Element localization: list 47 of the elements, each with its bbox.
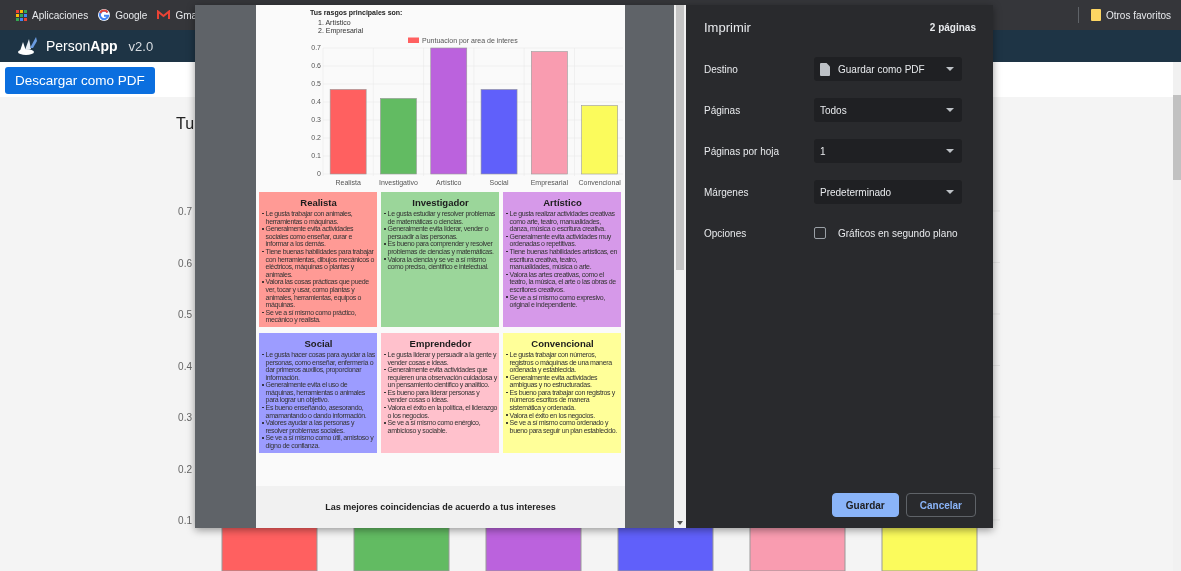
page-heading: Tu	[176, 114, 195, 134]
dialog-title: Imprimir	[704, 19, 751, 35]
setting-label: Opciones	[704, 227, 748, 239]
axis-tick-label: 0.3	[178, 412, 192, 423]
logo-icon	[17, 36, 39, 56]
setting-label: Páginas	[704, 104, 742, 116]
page-count: 2 páginas	[929, 21, 976, 33]
card-title: Realista	[299, 197, 338, 208]
card-title: Social	[303, 337, 334, 349]
setting-select[interactable]: 1	[814, 139, 962, 163]
caret-icon	[946, 67, 954, 71]
bookmark-folder[interactable]: Otros favoritos	[1090, 9, 1171, 21]
axis-tick-label: 0.7	[178, 206, 192, 217]
axis-tick-label: 0.5	[178, 309, 192, 320]
bookmark-item[interactable]: Google	[98, 9, 148, 21]
footer-heading: Las mejores coincidencias de acuerdo a tus intereses	[325, 502, 556, 512]
axis-tick-label: 0.4	[178, 360, 192, 372]
axis-tick-label: 0.2	[178, 463, 192, 475]
folder-icon	[1090, 9, 1101, 21]
setting-select[interactable]: Guardar como PDF	[814, 57, 962, 81]
save-button[interactable]: Guardar	[831, 493, 899, 517]
mail-icon	[157, 10, 171, 20]
setting-label: Páginas por hoja	[704, 145, 781, 157]
scrollbar[interactable]	[674, 5, 686, 528]
checkbox-label: Gráficos en segundo plano	[838, 227, 958, 239]
caret-icon	[946, 190, 954, 194]
colored-ring-icon	[98, 9, 111, 21]
setting-select[interactable]: Predeterminado	[814, 180, 962, 204]
card-title: Emprendedor	[408, 337, 473, 349]
caret-icon	[946, 108, 954, 112]
apps-grid-icon	[16, 9, 27, 21]
setting-label: Destino	[704, 63, 739, 75]
checkbox[interactable]	[814, 227, 826, 239]
document-icon	[820, 62, 830, 76]
setting-select[interactable]: Todos	[814, 98, 962, 122]
caret-icon	[946, 149, 954, 153]
bookmark-item[interactable]: Aplicaciones	[16, 9, 89, 21]
version-label: v2.0	[128, 38, 154, 54]
axis-tick-label: 0.6	[178, 257, 192, 269]
setting-label: Márgenes	[704, 186, 750, 198]
card-title: Convencional	[530, 337, 595, 349]
download-button[interactable]: Descargar como PDF	[5, 67, 155, 94]
card-title: Artístico	[542, 197, 583, 208]
axis-tick-label: 0.1	[178, 515, 192, 526]
cancel-button[interactable]: Cancelar	[905, 493, 976, 517]
brand-name: PersonApp	[46, 38, 118, 54]
card-title: Investigador	[411, 197, 470, 208]
